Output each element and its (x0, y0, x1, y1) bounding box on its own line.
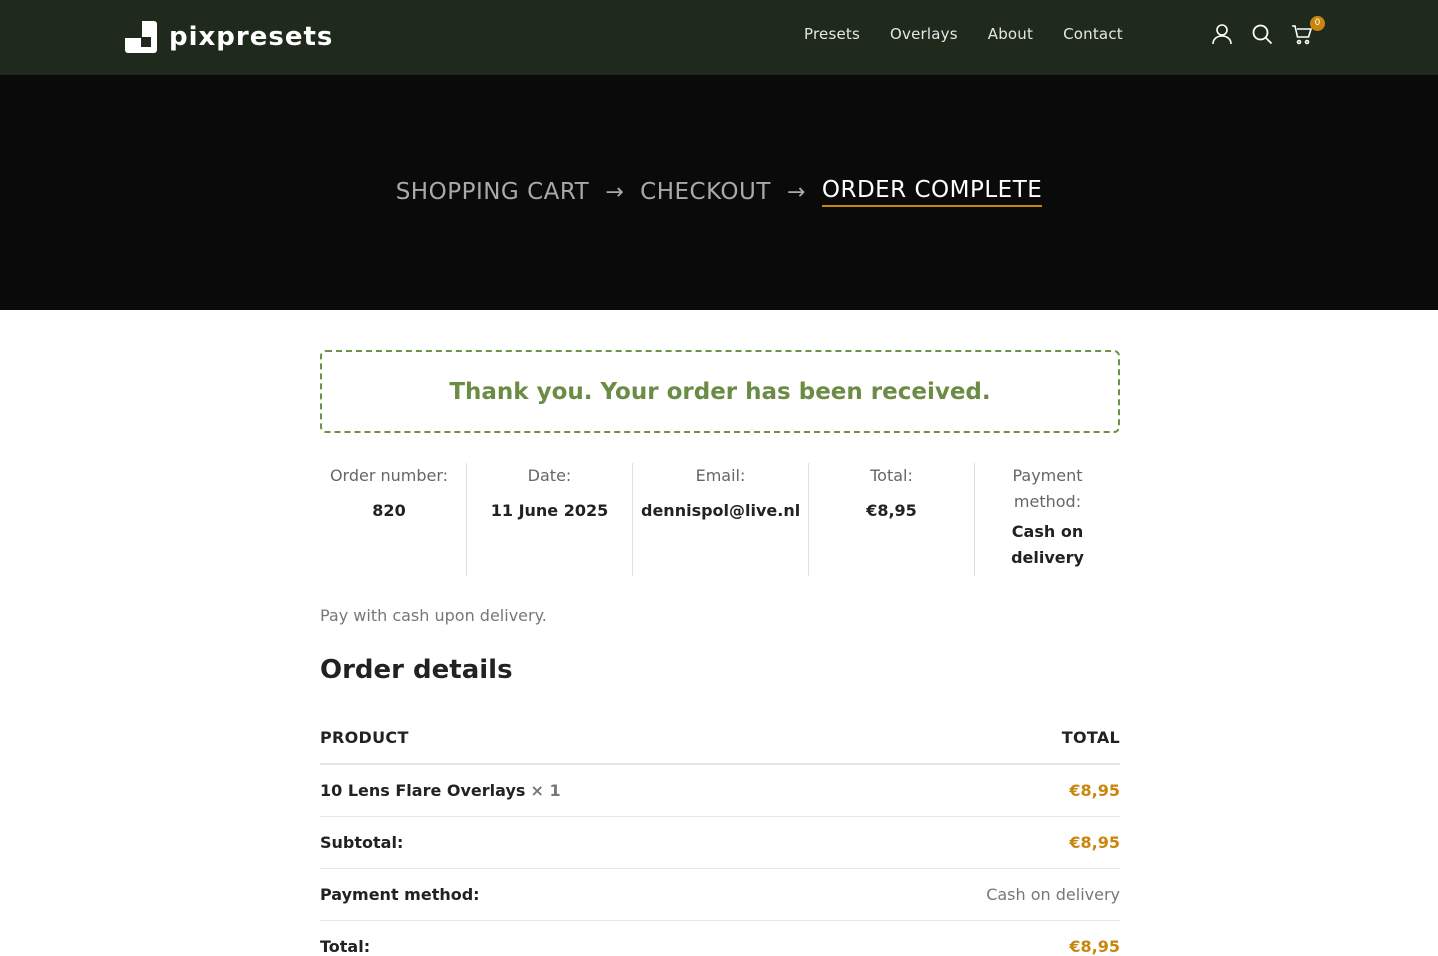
table-header-row: PRODUCT TOTAL (320, 715, 1120, 765)
nav-item-about[interactable]: About (988, 25, 1033, 43)
step-arrow-icon: → (786, 179, 806, 205)
cart-icon[interactable]: 0 (1290, 16, 1325, 46)
payment-method-label: Payment method: (1012, 466, 1083, 511)
order-overview: Order number: 820 Date: 11 June 2025 Ema… (320, 463, 1120, 576)
checkout-steps: SHOPPING CART → CHECKOUT → ORDER COMPLET… (0, 177, 1438, 207)
table-row: Total: €8,95 (320, 920, 1120, 956)
table-row: Subtotal: €8,95 (320, 816, 1120, 869)
total-row-label: Total: (320, 920, 835, 956)
main-nav: Presets Overlays About Contact (804, 25, 1123, 43)
email-label: Email: (695, 466, 746, 485)
overview-email: Email: dennispol@live.nl (632, 463, 808, 576)
product-name-link[interactable]: 10 Lens Flare Overlays (320, 781, 525, 800)
subtotal-label: Subtotal: (320, 816, 835, 869)
table-row: 10 Lens Flare Overlays × 1 €8,95 (320, 764, 1120, 817)
table-row: Payment method: Cash on delivery (320, 868, 1120, 921)
payment-instructions: Pay with cash upon delivery. (320, 606, 547, 625)
order-number-value: 820 (372, 501, 406, 520)
checkout-progress-hero: SHOPPING CART → CHECKOUT → ORDER COMPLET… (0, 75, 1438, 310)
order-received: Thank you. Your order has been received.… (320, 350, 1120, 956)
total-row-cell: €8,95 (834, 920, 1120, 956)
header-icons: 0 (1210, 16, 1325, 46)
overview-date: Date: 11 June 2025 (466, 463, 632, 576)
column-header-product: PRODUCT (320, 715, 835, 765)
payment-method-row-label: Payment method: (320, 868, 835, 921)
email-value: dennispol@live.nl (641, 501, 801, 520)
overview-order-number: Order number: 820 (320, 463, 466, 576)
total-value: €8,95 (866, 501, 917, 520)
nav-item-overlays[interactable]: Overlays (890, 25, 958, 43)
user-icon[interactable] (1210, 22, 1234, 46)
product-quantity: × 1 (530, 781, 561, 800)
product-total: €8,95 (1069, 781, 1120, 800)
product-cell: 10 Lens Flare Overlays × 1 (320, 764, 835, 817)
payment-method-row-value: Cash on delivery (834, 868, 1120, 921)
payment-method-value: Cash on delivery (1011, 522, 1084, 567)
order-success-notice: Thank you. Your order has been received. (320, 350, 1120, 433)
overview-payment-method: Payment method: Cash on delivery (974, 463, 1120, 576)
overview-total: Total: €8,95 (808, 463, 974, 576)
logo-icon (125, 20, 157, 53)
site-logo[interactable]: pixpresets (125, 20, 333, 53)
step-arrow-icon: → (605, 179, 625, 205)
nav-item-contact[interactable]: Contact (1063, 25, 1123, 43)
search-icon[interactable] (1250, 22, 1274, 46)
step-shopping-cart[interactable]: SHOPPING CART (396, 179, 590, 205)
nav-item-presets[interactable]: Presets (804, 25, 860, 43)
column-header-total: TOTAL (834, 715, 1120, 765)
date-value: 11 June 2025 (490, 501, 609, 520)
site-header: pixpresets Presets Overlays About Contac… (0, 0, 1438, 75)
cart-count-badge: 0 (1310, 16, 1325, 31)
total-row-value: €8,95 (1069, 937, 1120, 956)
step-checkout[interactable]: CHECKOUT (640, 179, 771, 205)
subtotal-cell: €8,95 (834, 816, 1120, 869)
order-number-label: Order number: (329, 466, 449, 485)
logo-text: pixpresets (169, 21, 334, 52)
date-label: Date: (527, 466, 572, 485)
order-details-table: PRODUCT TOTAL 10 Lens Flare Overlays × 1… (320, 715, 1120, 956)
step-order-complete[interactable]: ORDER COMPLETE (821, 177, 1043, 207)
order-details-title: Order details (320, 655, 513, 685)
subtotal-value: €8,95 (1069, 833, 1120, 852)
total-label: Total: (870, 466, 913, 485)
product-total-cell: €8,95 (834, 764, 1120, 817)
